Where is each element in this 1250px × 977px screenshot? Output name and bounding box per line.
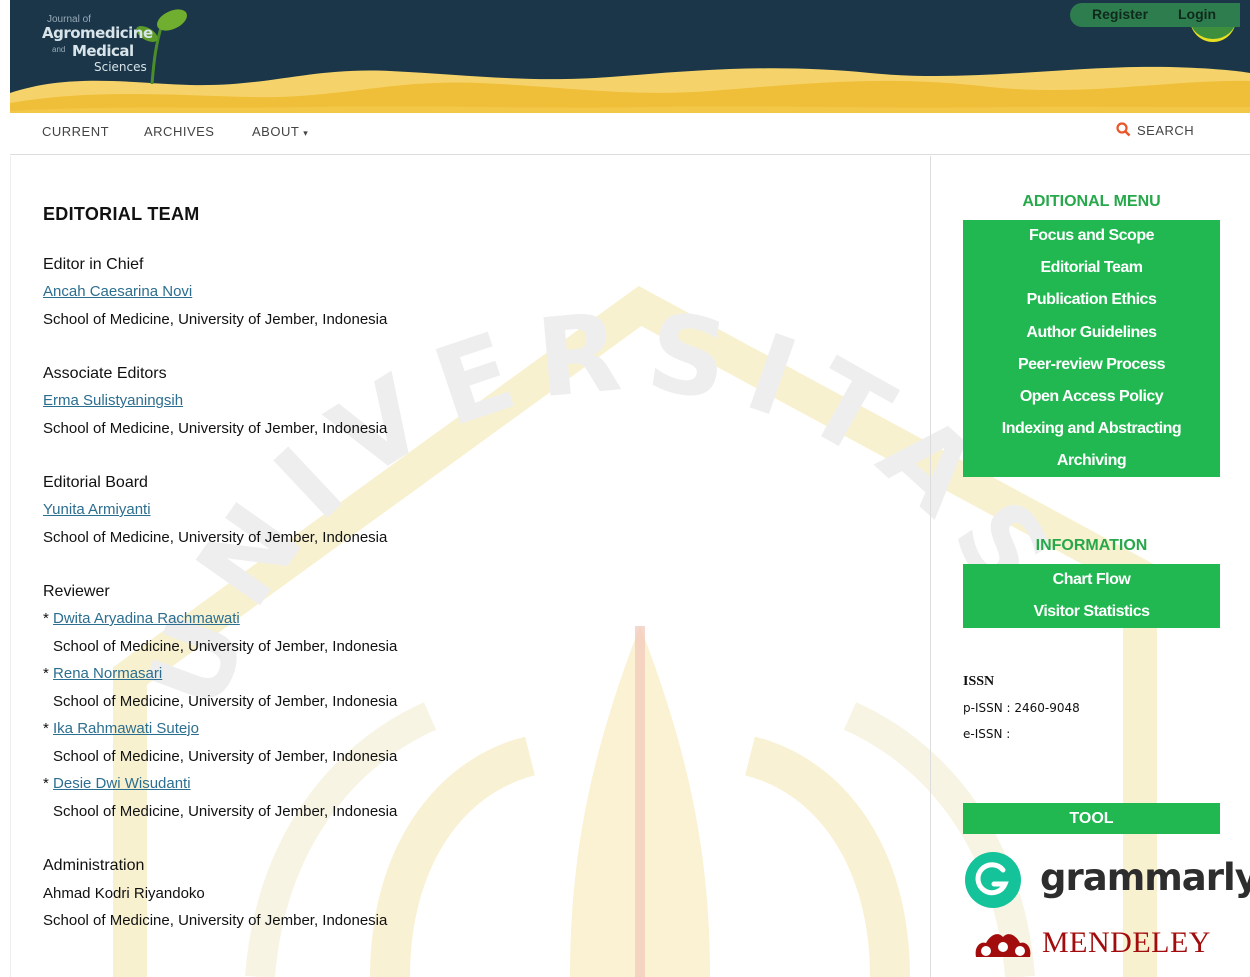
register-link[interactable]: Register [1092, 6, 1148, 22]
reviewer-bullet: * [43, 610, 54, 627]
caret-down-icon: ▾ [303, 128, 309, 138]
reviewer-item: * Desie Dwi Wisudanti [43, 775, 191, 792]
editorial-board-affiliation: School of Medicine, University of Jember… [43, 529, 388, 546]
nav-item-archives[interactable]: ARCHIVES [144, 124, 214, 139]
associate-editor-name-link[interactable]: Erma Sulistyaningsih [43, 392, 183, 409]
editorial-board-heading: Editorial Board [43, 474, 148, 491]
sidebar-item-publication-ethics[interactable]: Publication Ethics [963, 284, 1220, 316]
administration-name: Ahmad Kodri Riyandoko [43, 885, 205, 902]
main-content: EDITORIAL TEAM Editor in Chief Ancah Cae… [10, 156, 930, 977]
additional-menu: Focus and Scope Editorial Team Publicati… [963, 220, 1220, 477]
mendeley-logo-icon [975, 934, 1031, 957]
associate-editor-affiliation: School of Medicine, University of Jember… [43, 420, 388, 437]
sidebar-divider [930, 156, 931, 977]
nav-item-about-label: ABOUT [252, 124, 300, 139]
mendeley-link[interactable]: MENDELEY [972, 921, 1222, 969]
associate-editors-heading: Associate Editors [43, 365, 167, 382]
reviewer-item: * Dwita Aryadina Rachmawati [43, 610, 240, 627]
site-header: Journal of Agromedicine and Medical Scie… [10, 0, 1250, 113]
sidebar-item-open-access-policy[interactable]: Open Access Policy [963, 381, 1220, 413]
page-title: EDITORIAL TEAM [43, 204, 200, 224]
sidebar-item-chart-flow[interactable]: Chart Flow [963, 564, 1220, 596]
search-link[interactable]: SEARCH [1116, 122, 1194, 138]
search-label: SEARCH [1137, 123, 1195, 138]
search-icon [1116, 122, 1131, 137]
grammarly-logo-icon [965, 852, 1021, 908]
reviewer-affiliation: School of Medicine, University of Jember… [53, 748, 398, 765]
sidebar-item-editorial-team[interactable]: Editorial Team [963, 252, 1220, 284]
logo-line-2: Agromedicine [42, 24, 153, 42]
tool-heading: TOOL [963, 803, 1220, 834]
login-link[interactable]: Login [1178, 6, 1216, 22]
reviewer-item: * Rena Normasari [43, 665, 162, 682]
journal-logo[interactable]: Journal of Agromedicine and Medical Scie… [42, 9, 202, 84]
reviewer-affiliation: School of Medicine, University of Jember… [53, 803, 398, 820]
user-links: Register Login [1070, 3, 1240, 27]
additional-menu-heading: ADITIONAL MENU [1022, 193, 1161, 210]
logo-line-3: Medical [72, 42, 134, 60]
reviewer-bullet: * [43, 665, 54, 682]
information-menu: Chart Flow Visitor Statistics [963, 564, 1220, 628]
reviewer-name-link[interactable]: Rena Normasari [53, 665, 162, 682]
logo-and: and [52, 45, 66, 54]
p-issn: p-ISSN : 2460-9048 [963, 701, 1080, 715]
reviewer-bullet: * [43, 720, 54, 737]
sidebar-item-indexing-and-abstracting[interactable]: Indexing and Abstracting [963, 413, 1220, 445]
reviewer-heading: Reviewer [43, 583, 110, 600]
editorial-board-name-link[interactable]: Yunita Armiyanti [43, 501, 151, 518]
sidebar-item-visitor-statistics[interactable]: Visitor Statistics [963, 596, 1220, 628]
reviewer-name-link[interactable]: Ika Rahmawati Sutejo [53, 720, 199, 737]
reviewer-bullet: * [43, 775, 54, 792]
editor-in-chief-heading: Editor in Chief [43, 256, 144, 273]
reviewer-item: * Ika Rahmawati Sutejo [43, 720, 199, 737]
grammarly-link[interactable]: grammarly [963, 852, 1250, 910]
reviewer-affiliation: School of Medicine, University of Jember… [53, 693, 398, 710]
e-issn: e-ISSN : [963, 727, 1011, 741]
reviewer-affiliation: School of Medicine, University of Jember… [53, 638, 398, 655]
mendeley-wordmark: MENDELEY [1042, 926, 1211, 959]
reviewer-name-link[interactable]: Desie Dwi Wisudanti [53, 775, 191, 792]
administration-heading: Administration [43, 857, 145, 874]
nav-item-about[interactable]: ABOUT ▾ [252, 124, 308, 139]
grammarly-wordmark: grammarly [1040, 856, 1250, 899]
administration-affiliation: School of Medicine, University of Jember… [43, 912, 388, 929]
sidebar-item-peer-review-process[interactable]: Peer-review Process [963, 349, 1220, 381]
editor-in-chief-affiliation: School of Medicine, University of Jember… [43, 311, 388, 328]
editor-in-chief-name-link[interactable]: Ancah Caesarina Novi [43, 283, 192, 300]
information-heading: INFORMATION [1035, 537, 1148, 554]
sidebar-item-archiving[interactable]: Archiving [963, 445, 1220, 477]
nav-item-current[interactable]: CURRENT [42, 124, 109, 139]
primary-nav: CURRENT ARCHIVES ABOUT ▾ SEARCH [10, 113, 1250, 155]
sidebar-item-author-guidelines[interactable]: Author Guidelines [963, 317, 1220, 349]
reviewer-name-link[interactable]: Dwita Aryadina Rachmawati [53, 610, 240, 627]
logo-line-4: Sciences [94, 60, 147, 74]
sidebar-item-focus-and-scope[interactable]: Focus and Scope [963, 220, 1220, 252]
issn-heading: ISSN [963, 674, 995, 689]
